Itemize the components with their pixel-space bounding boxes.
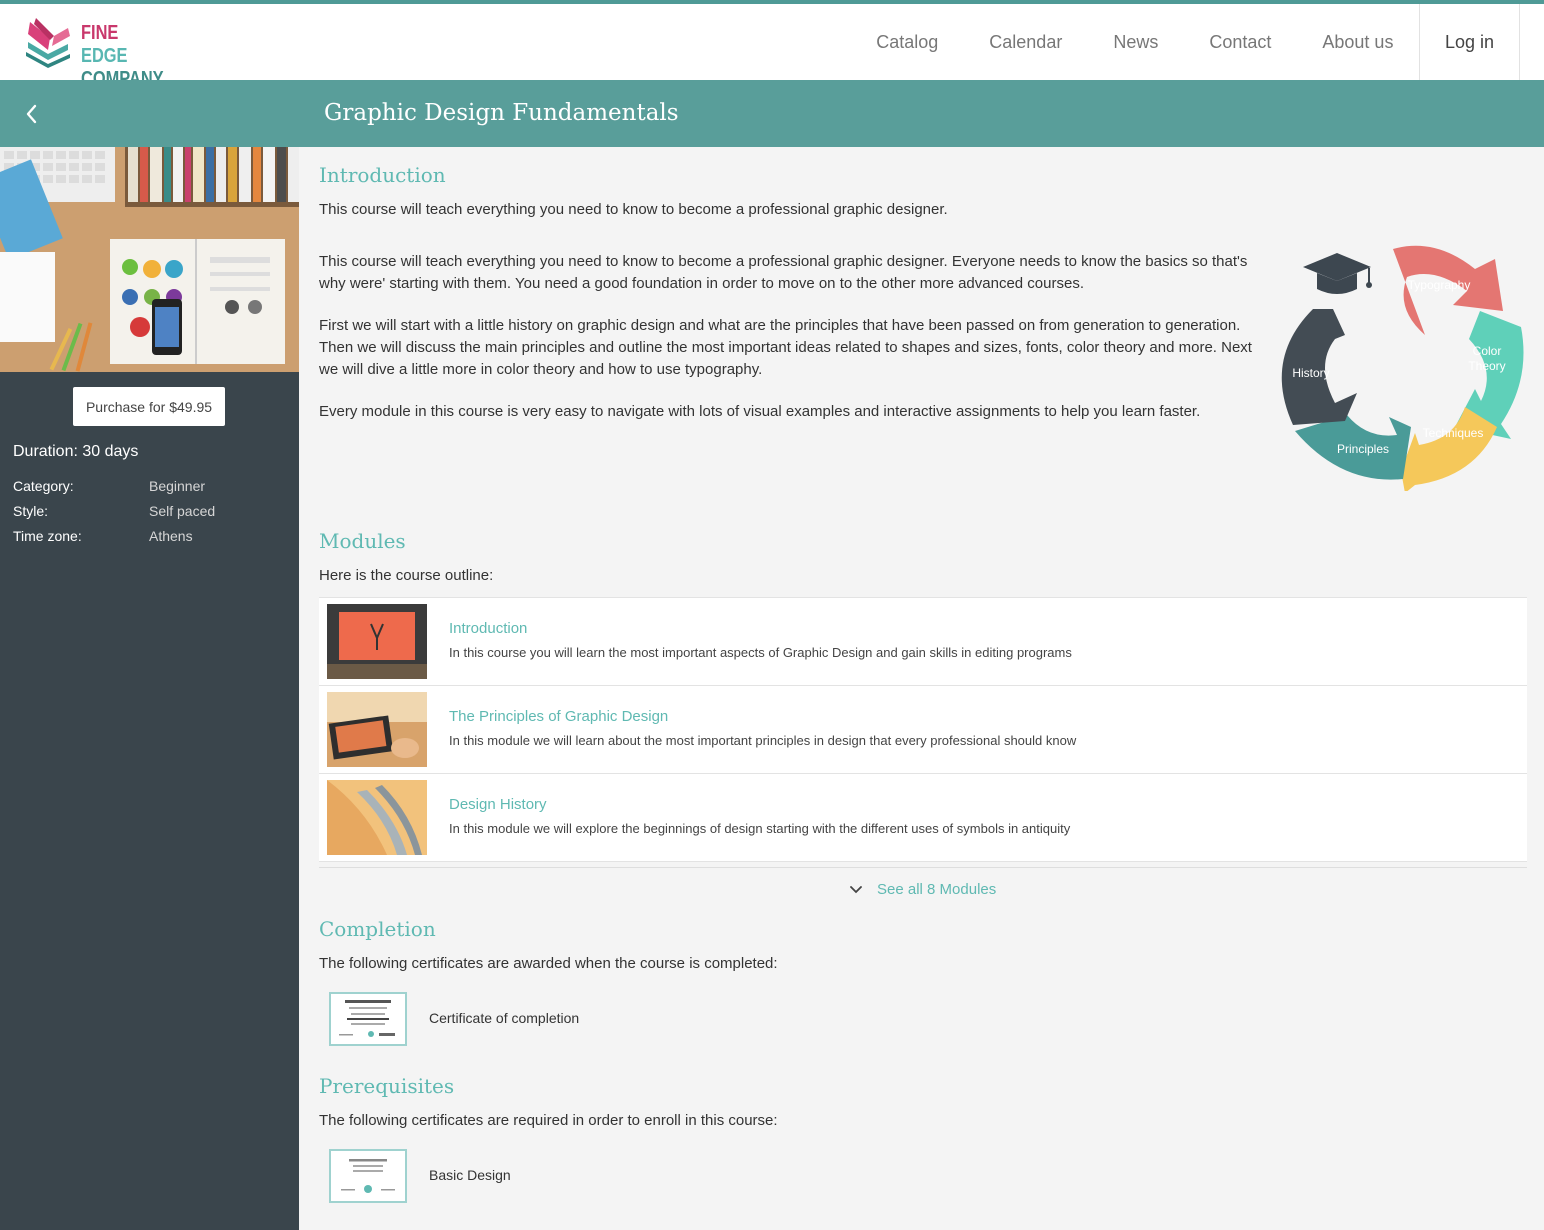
module-description: In this module we will learn about the m… [449,733,1077,748]
chevron-left-icon [26,104,37,124]
course-cycle-diagram: Typography Color Theory Techniques Princ… [1281,245,1524,491]
login-button[interactable]: Log in [1418,4,1520,80]
course-title-bar: Graphic Design Fundamentals [0,80,1544,147]
module-title[interactable]: Introduction [449,620,527,637]
page-title: Graphic Design Fundamentals [324,100,679,126]
introduction-heading: Introduction [319,163,446,187]
modules-heading: Modules [319,529,406,553]
cycle-label-history: History [1292,366,1329,380]
modules-intro: Here is the course outline: [319,567,494,584]
book-logo-icon [26,18,70,68]
meta-value: Beginner [149,478,206,494]
introduction-paragraph: First we will start with a little histor… [319,317,1252,378]
certificate-label: Basic Design [429,1167,511,1183]
introduction-summary: This course will teach everything you ne… [319,201,948,218]
cycle-label-color: Color [1473,344,1502,358]
completion-intro: The following certificates are awarded w… [319,955,778,972]
module-thumbnail [327,604,427,679]
cycle-label-theory: Theory [1468,359,1505,373]
certificate-label: Certificate of completion [429,1010,580,1026]
meta-key: Style: [13,503,49,519]
site-header: FINE EDGE COMPANY Catalog Calendar News … [0,4,1544,90]
module-description: In this module we will explore the begin… [449,821,1071,836]
meta-value: Athens [149,528,193,544]
meta-key: Time zone: [13,528,82,544]
nav-news[interactable]: News [1088,4,1184,80]
course-cover-image [0,147,299,372]
module-title[interactable]: Design History [449,796,547,813]
module-description: In this course you will learn the most i… [449,645,1072,660]
graduation-cap-icon [1303,253,1372,294]
cycle-label-techniques: Techniques [1423,426,1484,440]
cycle-label-typography: Typography [1408,278,1471,292]
chevron-down-icon [850,885,862,893]
module-item[interactable]: Design History In this module we will ex… [319,774,1527,862]
module-item[interactable]: The Principles of Graphic Design In this… [319,686,1527,774]
introduction-body: This course will teach everything you ne… [319,251,1264,443]
see-all-modules-label: See all 8 Modules [877,881,997,898]
meta-row-category: Category: Beginner [13,478,293,503]
modules-list: Introduction In this course you will lea… [319,597,1527,862]
module-item[interactable]: Introduction In this course you will lea… [319,598,1527,686]
completion-heading: Completion [319,917,436,941]
course-duration: Duration: 30 days [13,443,139,460]
brand-fine: FINE [81,22,119,44]
meta-row-style: Style: Self paced [13,503,293,528]
nav-about-us[interactable]: About us [1297,4,1419,80]
desk-illustration-image [0,147,299,372]
main-nav: Catalog Calendar News Contact About us L… [851,4,1520,80]
certificate-thumbnail [329,1149,407,1203]
purchase-button[interactable]: Purchase for $49.95 [73,387,225,426]
introduction-paragraph: Every module in this course is very easy… [319,403,1201,420]
nav-calendar[interactable]: Calendar [964,4,1088,80]
module-thumbnail [327,780,427,855]
meta-value: Self paced [149,503,216,519]
course-sidebar: Purchase for $49.95 Duration: 30 days Ca… [0,147,299,1230]
meta-key: Category: [13,478,74,494]
see-all-modules-link[interactable]: See all 8 Modules [849,881,996,898]
modules-divider [319,867,1527,868]
nav-catalog[interactable]: Catalog [851,4,964,80]
module-title[interactable]: The Principles of Graphic Design [449,708,668,725]
back-button[interactable] [18,98,46,130]
completion-certificate[interactable]: Certificate of completion [327,992,927,1048]
module-thumbnail [327,692,427,767]
cycle-label-principles: Principles [1337,442,1389,456]
prerequisites-intro: The following certificates are required … [319,1112,778,1129]
nav-contact[interactable]: Contact [1184,4,1297,80]
brand-logo[interactable]: FINE EDGE COMPANY [24,16,174,90]
cycle-segment-techniques [1401,407,1497,491]
brand-edge: EDGE [81,45,128,67]
prerequisite-certificate[interactable]: Basic Design [327,1149,927,1205]
meta-row-time-zone: Time zone: Athens [13,528,293,553]
course-meta: Category: Beginner Style: Self paced Tim… [13,478,293,553]
introduction-paragraph: This course will teach everything you ne… [319,253,1248,292]
prerequisites-heading: Prerequisites [319,1074,455,1098]
certificate-thumbnail [329,992,407,1046]
